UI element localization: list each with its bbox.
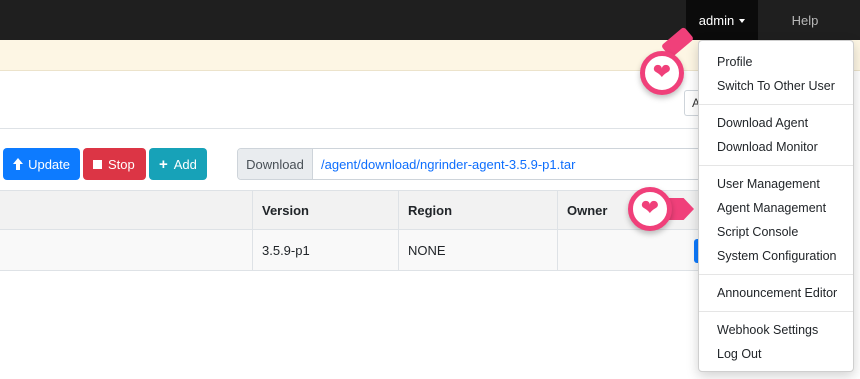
agent-management-page: admin Help A Update Stop + Add Download … <box>0 0 860 379</box>
menu-divider <box>699 104 853 105</box>
menu-item-log-out[interactable]: Log Out <box>699 342 853 366</box>
menu-item-download-monitor[interactable]: Download Monitor <box>699 135 853 159</box>
column-header-region[interactable]: Region <box>398 191 557 229</box>
table-row: 3.5.9-p1 NONE <box>0 230 700 271</box>
section-divider <box>0 128 700 129</box>
cell-region: NONE <box>398 230 557 270</box>
user-menu-toggle[interactable]: admin <box>686 0 758 40</box>
update-button[interactable]: Update <box>3 148 80 180</box>
user-menu-label: admin <box>698 12 735 28</box>
menu-item-download-agent[interactable]: Download Agent <box>699 111 853 135</box>
stop-label: Stop <box>108 156 135 172</box>
menu-item-profile[interactable]: Profile <box>699 50 853 74</box>
heart-icon: ❤ <box>640 196 660 221</box>
caret-down-icon <box>739 18 746 23</box>
heart-callout-agent-management: ❤ <box>628 187 672 231</box>
menu-divider <box>699 165 853 166</box>
download-agent-group: Download /agent/download/ngrinder-agent-… <box>237 148 707 180</box>
table-header: Version Region Owner <box>0 190 700 230</box>
heart-callout-admin: ❤ <box>640 51 684 95</box>
menu-item-announcement-editor[interactable]: Announcement Editor <box>699 281 853 305</box>
add-button[interactable]: + Add <box>149 148 207 180</box>
menu-divider <box>699 274 853 275</box>
top-navbar: admin Help <box>0 0 860 40</box>
heart-icon: ❤ <box>652 60 672 85</box>
stop-icon <box>93 159 102 169</box>
download-label: Download <box>238 149 313 179</box>
add-label: Add <box>173 156 197 172</box>
user-dropdown-menu: Profile Switch To Other User Download Ag… <box>698 40 854 372</box>
stop-button[interactable]: Stop <box>83 148 146 180</box>
arrow-up-icon <box>13 158 24 170</box>
menu-item-script-console[interactable]: Script Console <box>699 220 853 244</box>
menu-item-agent-management[interactable]: Agent Management <box>699 196 853 220</box>
download-agent-link[interactable]: /agent/download/ngrinder-agent-3.5.9-p1.… <box>313 149 575 179</box>
menu-item-webhook-settings[interactable]: Webhook Settings <box>699 318 853 342</box>
help-link[interactable]: Help <box>776 0 834 40</box>
column-header-version[interactable]: Version <box>252 191 398 229</box>
cell-owner <box>557 230 700 270</box>
menu-divider <box>699 311 853 312</box>
update-label: Update <box>28 156 70 172</box>
menu-item-system-configuration[interactable]: System Configuration <box>699 244 853 268</box>
plus-icon: + <box>159 155 168 173</box>
cell-version: 3.5.9-p1 <box>252 230 398 270</box>
menu-item-user-management[interactable]: User Management <box>699 172 853 196</box>
menu-item-switch-user[interactable]: Switch To Other User <box>699 74 853 98</box>
